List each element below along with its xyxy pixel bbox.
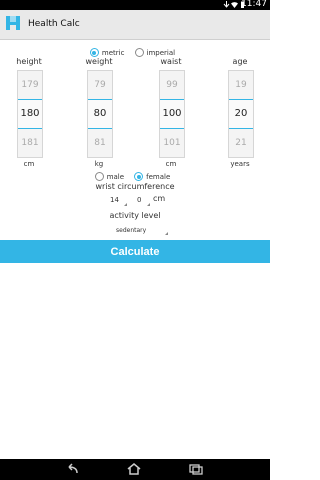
unit-radio-group: metric imperial xyxy=(0,42,270,57)
back-icon[interactable] xyxy=(64,463,80,475)
recents-icon[interactable] xyxy=(188,463,204,475)
metric-label[interactable]: metric xyxy=(102,49,125,57)
home-icon[interactable] xyxy=(126,463,142,475)
height-next-value[interactable]: 181 xyxy=(18,129,42,157)
navigation-bar xyxy=(0,459,270,480)
height-picker-column: height 179 180 181 cm xyxy=(12,57,46,169)
wrist-fraction-dropdown-icon[interactable] xyxy=(147,203,150,206)
sex-radio-group: male female xyxy=(0,166,270,181)
female-label[interactable]: female xyxy=(146,173,170,181)
weight-picker-column: weight 79 80 81 kg xyxy=(82,57,116,169)
wifi-icon xyxy=(231,2,238,8)
waist-picker-column: waist 99 100 101 cm xyxy=(154,57,188,169)
wrist-whole-spinner[interactable]: 14 xyxy=(110,196,119,204)
wrist-whole-dropdown-icon[interactable] xyxy=(124,203,127,206)
age-label: age xyxy=(232,57,248,66)
weight-label: weight xyxy=(85,57,113,66)
imperial-radio[interactable] xyxy=(134,48,144,57)
weight-picker[interactable]: 79 80 81 xyxy=(87,70,113,158)
wrist-label: wrist circumference xyxy=(95,182,175,191)
wrist-fraction-spinner[interactable]: 0 xyxy=(137,196,141,204)
wrist-unit: cm xyxy=(153,194,166,203)
status-bar: 11:47 xyxy=(0,0,270,10)
age-prev-value[interactable]: 19 xyxy=(229,71,253,99)
height-value[interactable]: 180 xyxy=(18,99,42,129)
age-value[interactable]: 20 xyxy=(229,99,253,129)
weight-next-value[interactable]: 81 xyxy=(88,129,112,157)
activity-dropdown-icon[interactable] xyxy=(165,232,168,235)
waist-next-value[interactable]: 101 xyxy=(160,129,184,157)
status-time: 11:47 xyxy=(241,0,267,9)
height-prev-value[interactable]: 179 xyxy=(18,71,42,99)
imperial-label[interactable]: imperial xyxy=(147,49,176,57)
height-label: height xyxy=(16,57,42,66)
waist-label: waist xyxy=(160,57,182,66)
age-next-value[interactable]: 21 xyxy=(229,129,253,157)
app-title: Health Calc xyxy=(28,19,80,29)
calculate-button[interactable]: Calculate xyxy=(0,240,270,263)
age-picker[interactable]: 19 20 21 xyxy=(228,70,254,158)
weight-prev-value[interactable]: 79 xyxy=(88,71,112,99)
male-label[interactable]: male xyxy=(107,173,124,181)
waist-prev-value[interactable]: 99 xyxy=(160,71,184,99)
heart-icon xyxy=(6,16,20,30)
male-radio[interactable] xyxy=(94,172,104,181)
age-picker-column: age 19 20 21 years xyxy=(223,57,257,169)
waist-picker[interactable]: 99 100 101 xyxy=(159,70,185,158)
activity-label: activity level xyxy=(109,211,161,220)
height-picker[interactable]: 179 180 181 xyxy=(17,70,43,158)
download-icon xyxy=(223,1,230,8)
weight-value[interactable]: 80 xyxy=(88,99,112,129)
metric-radio[interactable] xyxy=(89,48,99,57)
female-radio[interactable] xyxy=(134,172,144,181)
activity-level-spinner[interactable]: sedentary xyxy=(116,227,146,234)
waist-value[interactable]: 100 xyxy=(160,99,184,129)
